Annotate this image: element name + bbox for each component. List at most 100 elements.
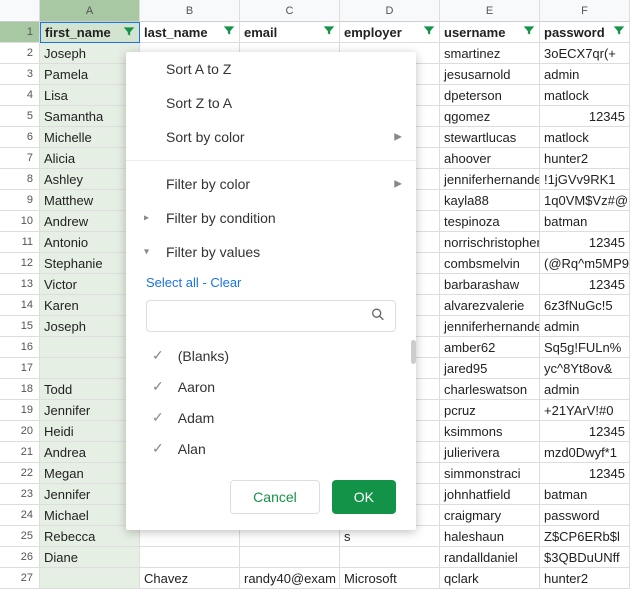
cell[interactable]: Michael <box>40 505 140 526</box>
cell[interactable] <box>40 337 140 358</box>
row-header-10[interactable]: 10 <box>0 211 40 232</box>
filter-icon[interactable] <box>222 24 236 41</box>
cell[interactable]: Diane <box>40 547 140 568</box>
cell[interactable]: admin <box>540 64 630 85</box>
filter-value-item[interactable]: ✓Adam <box>146 402 408 433</box>
cell[interactable]: !1jGVv9RK1 <box>540 169 630 190</box>
cell[interactable]: Andrea <box>40 442 140 463</box>
sort-by-color[interactable]: Sort by color ▶ <box>126 120 416 154</box>
filter-icon[interactable] <box>522 24 536 41</box>
cancel-button[interactable]: Cancel <box>230 480 320 514</box>
cell[interactable]: ahoover <box>440 148 540 169</box>
cell[interactable]: tespinoza <box>440 211 540 232</box>
cell[interactable]: qgomez <box>440 106 540 127</box>
row-header-4[interactable]: 4 <box>0 85 40 106</box>
row-header-27[interactable]: 27 <box>0 568 40 589</box>
filter-icon[interactable] <box>322 24 336 41</box>
cell[interactable]: 1q0VM$Vz#@ <box>540 190 630 211</box>
cell[interactable]: johnhatfield <box>440 484 540 505</box>
cell[interactable]: qclark <box>440 568 540 589</box>
clear-link[interactable]: Clear <box>210 275 241 290</box>
cell[interactable]: admin <box>540 379 630 400</box>
column-header-E[interactable]: E <box>440 0 540 22</box>
cell[interactable]: kayla88 <box>440 190 540 211</box>
filter-search-input[interactable] <box>146 300 396 332</box>
ok-button[interactable]: OK <box>332 480 396 514</box>
filter-by-values[interactable]: ▾ Filter by values <box>126 235 416 269</box>
cell[interactable] <box>40 358 140 379</box>
header-cell-username[interactable]: username <box>440 22 540 43</box>
row-header-25[interactable]: 25 <box>0 526 40 547</box>
row-header-15[interactable]: 15 <box>0 316 40 337</box>
cell[interactable]: Lisa <box>40 85 140 106</box>
select-all-link[interactable]: Select all <box>146 275 199 290</box>
cell[interactable]: matlock <box>540 127 630 148</box>
row-header-3[interactable]: 3 <box>0 64 40 85</box>
cell[interactable]: batman <box>540 484 630 505</box>
cell[interactable]: hunter2 <box>540 568 630 589</box>
filter-icon[interactable] <box>612 24 626 41</box>
cell[interactable]: barbarashaw <box>440 274 540 295</box>
cell[interactable]: Matthew <box>40 190 140 211</box>
cell[interactable]: Stephanie <box>40 253 140 274</box>
header-cell-password[interactable]: password <box>540 22 630 43</box>
row-header-5[interactable]: 5 <box>0 106 40 127</box>
cell[interactable]: Antonio <box>40 232 140 253</box>
cell[interactable]: 12345 <box>540 232 630 253</box>
cell[interactable]: alvarezvalerie <box>440 295 540 316</box>
cell[interactable]: Jennifer <box>40 484 140 505</box>
cell[interactable]: Michelle <box>40 127 140 148</box>
cell[interactable]: Chavez <box>140 568 240 589</box>
cell[interactable]: simmonstraci <box>440 463 540 484</box>
cell[interactable] <box>240 547 340 568</box>
row-header-12[interactable]: 12 <box>0 253 40 274</box>
cell[interactable]: +21YArV!#0 <box>540 400 630 421</box>
row-header-24[interactable]: 24 <box>0 505 40 526</box>
row-header-17[interactable]: 17 <box>0 358 40 379</box>
cell[interactable]: batman <box>540 211 630 232</box>
cell[interactable]: stewartlucas <box>440 127 540 148</box>
cell[interactable]: hunter2 <box>540 148 630 169</box>
cell[interactable]: 12345 <box>540 274 630 295</box>
cell[interactable]: ksimmons <box>440 421 540 442</box>
cell[interactable]: 12345 <box>540 421 630 442</box>
cell[interactable]: Victor <box>40 274 140 295</box>
cell[interactable]: Rebecca <box>40 526 140 547</box>
cell[interactable] <box>40 568 140 589</box>
cell[interactable]: password <box>540 505 630 526</box>
row-header-19[interactable]: 19 <box>0 400 40 421</box>
cell[interactable]: Z$CP6ERb$l <box>540 526 630 547</box>
sort-a-to-z[interactable]: Sort A to Z <box>126 52 416 86</box>
cell[interactable]: dpeterson <box>440 85 540 106</box>
cell[interactable]: jared95 <box>440 358 540 379</box>
row-header-21[interactable]: 21 <box>0 442 40 463</box>
row-header-7[interactable]: 7 <box>0 148 40 169</box>
cell[interactable]: Sq5g!FULn% <box>540 337 630 358</box>
filter-by-condition[interactable]: ▸ Filter by condition <box>126 201 416 235</box>
row-header-11[interactable]: 11 <box>0 232 40 253</box>
cell[interactable]: julierivera <box>440 442 540 463</box>
column-header-B[interactable]: B <box>140 0 240 22</box>
header-cell-employer[interactable]: employer <box>340 22 440 43</box>
row-header-14[interactable]: 14 <box>0 295 40 316</box>
filter-by-color[interactable]: Filter by color ▶ <box>126 167 416 201</box>
row-header-26[interactable]: 26 <box>0 547 40 568</box>
cell[interactable]: Joseph <box>40 316 140 337</box>
filter-value-item[interactable]: ✓(Blanks) <box>146 340 408 371</box>
cell[interactable] <box>340 547 440 568</box>
sort-z-to-a[interactable]: Sort Z to A <box>126 86 416 120</box>
column-header-C[interactable]: C <box>240 0 340 22</box>
cell[interactable]: Alicia <box>40 148 140 169</box>
cell[interactable]: randalldaniel <box>440 547 540 568</box>
row-header-2[interactable]: 2 <box>0 43 40 64</box>
filter-value-item[interactable]: ✓Alan <box>146 433 408 464</box>
cell[interactable]: Microsoft <box>340 568 440 589</box>
cell[interactable]: Jennifer <box>40 400 140 421</box>
cell[interactable]: mzd0Dwyf*1 <box>540 442 630 463</box>
filter-icon[interactable] <box>122 24 136 41</box>
cell[interactable]: Andrew <box>40 211 140 232</box>
filter-value-item[interactable]: ✓Aaron <box>146 371 408 402</box>
cell[interactable]: randy40@exam <box>240 568 340 589</box>
filter-values-list[interactable]: ✓(Blanks)✓Aaron✓Adam✓Alan <box>126 340 416 464</box>
cell[interactable]: matlock <box>540 85 630 106</box>
